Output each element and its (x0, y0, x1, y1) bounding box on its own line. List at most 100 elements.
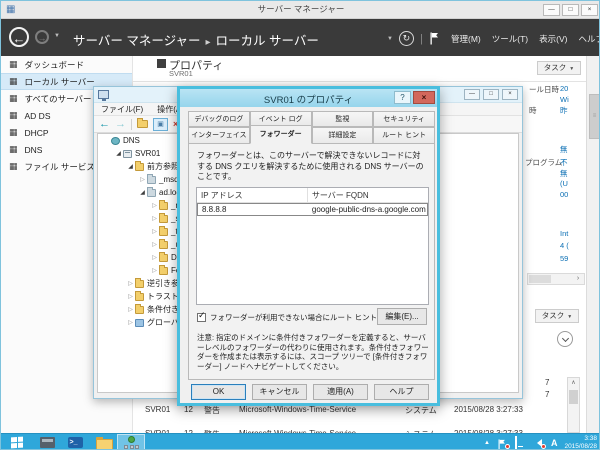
collapse-icon[interactable]: ◢ (138, 189, 147, 196)
muted-badge (540, 444, 546, 449)
event-cell-datetime: 2015/08/28 3:27:33 (454, 405, 523, 414)
expand-icon[interactable]: ▷ (126, 280, 135, 287)
taskbar-server-manager[interactable] (33, 434, 61, 450)
expand-icon[interactable]: ▷ (150, 241, 159, 248)
show-console-tree-icon[interactable]: ▣ (153, 117, 168, 131)
window-title: サーバー マネージャー (257, 4, 345, 14)
column-header-ip[interactable]: IP アドレス (197, 188, 308, 202)
dialog-button[interactable]: 適用(A) (313, 384, 368, 400)
dialog-close-button[interactable]: × (413, 91, 435, 104)
tray-expand-icon[interactable]: ▲ (484, 440, 490, 446)
expand-icon[interactable]: ▷ (150, 228, 159, 235)
dialog-button[interactable]: キャンセル (252, 384, 307, 400)
maximize-button[interactable]: □ (562, 4, 579, 16)
tab-詳細設定[interactable]: 詳細設定 (311, 127, 374, 144)
scroll-right-icon[interactable]: › (572, 274, 584, 284)
taskbar-explorer[interactable] (89, 434, 117, 449)
ok-button[interactable]: OK (191, 384, 246, 400)
expand-icon[interactable]: ▷ (138, 176, 147, 183)
event-row-fragment: 7 (545, 378, 550, 387)
forwarders-tab-page: フォワーダーとは、このサーバーで解決できないレコードに対する DNS クエリを解… (188, 143, 435, 380)
expand-icon[interactable]: ▷ (150, 254, 159, 261)
server-manager-navbar: ← → ▼ サーバー マネージャー ▸ ローカル サーバー ▼ ↻ | 管理(M) ツ… (1, 19, 599, 56)
forward-button[interactable]: → (35, 30, 49, 44)
properties-fragment: 20 (560, 84, 569, 93)
menu-表示[interactable]: 表示(V) (539, 33, 567, 45)
menu-ヘルプ[interactable]: ヘルプ(H) (578, 33, 599, 45)
main-scrollbar[interactable]: ≡ (586, 56, 599, 433)
event-cell-source: Microsoft-Windows-Time-Service (239, 405, 357, 414)
folder-icon (135, 160, 144, 171)
properties-fragment: 無 (560, 169, 568, 178)
dns-icon (111, 136, 120, 145)
dns-close-button[interactable]: × (502, 89, 518, 100)
forwarder-ip: 8.8.8.8 (202, 205, 227, 214)
events-tasks-button[interactable]: タスク ▼ (535, 309, 579, 323)
events-collapse-button[interactable] (557, 331, 573, 347)
breadcrumb-current[interactable]: ローカル サーバー (216, 34, 319, 48)
collapse-icon[interactable]: ◢ (114, 150, 123, 157)
taskbar-powershell[interactable]: >_ (61, 434, 89, 450)
server-icon (123, 149, 132, 158)
ime-indicator[interactable]: A (551, 438, 558, 448)
expand-icon[interactable]: ▷ (126, 306, 135, 313)
expand-icon[interactable]: ▷ (150, 202, 159, 209)
history-dropdown-icon[interactable]: ▼ (54, 33, 60, 39)
tab-セキュリティ[interactable]: セキュリティ (373, 111, 435, 127)
expand-icon[interactable]: ▷ (150, 215, 159, 222)
menu-管理[interactable]: 管理(M) (451, 33, 481, 45)
properties-horizontal-scrollbar[interactable]: › (527, 273, 585, 285)
folder-icon (159, 264, 168, 275)
refresh-icon[interactable]: ↻ (398, 31, 414, 46)
system-tray: ▲ A 3:38 2015/08/28 (484, 435, 599, 449)
expand-icon[interactable]: ▷ (126, 293, 135, 300)
back-button[interactable]: ← (9, 27, 29, 47)
taskbar-clock[interactable]: 3:38 2015/08/28 (564, 435, 597, 449)
start-button[interactable] (1, 434, 33, 450)
properties-fragment: 00 (560, 190, 569, 199)
forwarder-fqdn: google-public-dns-a.google.com (311, 205, 426, 214)
scrollbar-thumb[interactable]: ≡ (589, 94, 599, 139)
folder-icon (135, 277, 144, 288)
properties-tasks-button[interactable]: タスク ▼ (537, 61, 581, 75)
expand-icon[interactable]: ▷ (126, 319, 135, 326)
folder-icon (159, 199, 168, 210)
tab-インターフェイス[interactable]: インターフェイス (188, 127, 250, 144)
forwarders-description: フォワーダーとは、このサーバーで解決できないレコードに対する DNS クエリを解… (197, 151, 424, 181)
forward-arrow-icon[interactable]: → (115, 118, 126, 130)
sidebar-item-label: AD DS (24, 110, 51, 121)
tab-監視[interactable]: 監視 (311, 111, 374, 127)
volume-icon[interactable] (533, 437, 546, 449)
column-header-fqdn[interactable]: サーバー FQDN (308, 188, 428, 202)
up-one-level-icon[interactable] (137, 118, 148, 128)
tree-node-label: DNS (123, 136, 140, 145)
action-center-flag-icon[interactable] (497, 437, 510, 449)
menu-ツール[interactable]: ツール(T) (492, 33, 528, 45)
collapse-icon[interactable]: ◢ (126, 163, 135, 170)
dns-minimize-button[interactable]: ― (464, 89, 480, 100)
edit-button[interactable]: 編集(E)... (377, 308, 427, 325)
breadcrumb-root[interactable]: サーバー マネージャー (73, 34, 200, 48)
close-button[interactable]: × (581, 4, 598, 16)
back-arrow-icon[interactable]: ← (99, 118, 110, 130)
tab-デバッグのログ[interactable]: デバッグのログ (188, 111, 250, 127)
network-icon[interactable] (514, 436, 526, 449)
minimize-button[interactable]: ― (543, 4, 560, 16)
sidebar-item-label: DHCP (24, 127, 49, 138)
dns-menu-ファイル[interactable]: ファイル(F) (94, 104, 150, 115)
sidebar-item[interactable]: ▦ ダッシュボード (1, 56, 132, 73)
folder-icon (159, 238, 168, 249)
dns-maximize-button[interactable]: □ (483, 89, 499, 100)
notifications-flag-icon[interactable] (429, 32, 439, 45)
forwarder-row[interactable]: 8.8.8.8 google-public-dns-a.google.com (197, 203, 428, 216)
use-root-hints-checkbox[interactable]: ✓ (197, 311, 206, 322)
scope-dropdown-icon[interactable]: ▼ (387, 36, 393, 42)
dialog-help-button[interactable]: ? (394, 91, 411, 104)
properties-fragment: (U (560, 179, 568, 188)
taskbar-dns-manager[interactable] (117, 433, 145, 449)
tab-フォワーダー[interactable]: フォワーダー (249, 125, 312, 144)
tab-ルート ヒント[interactable]: ルート ヒント (373, 127, 435, 144)
expand-icon[interactable]: ▷ (150, 267, 159, 274)
dns-manager-icon (123, 436, 139, 449)
dialog-button[interactable]: ヘルプ (374, 384, 429, 400)
